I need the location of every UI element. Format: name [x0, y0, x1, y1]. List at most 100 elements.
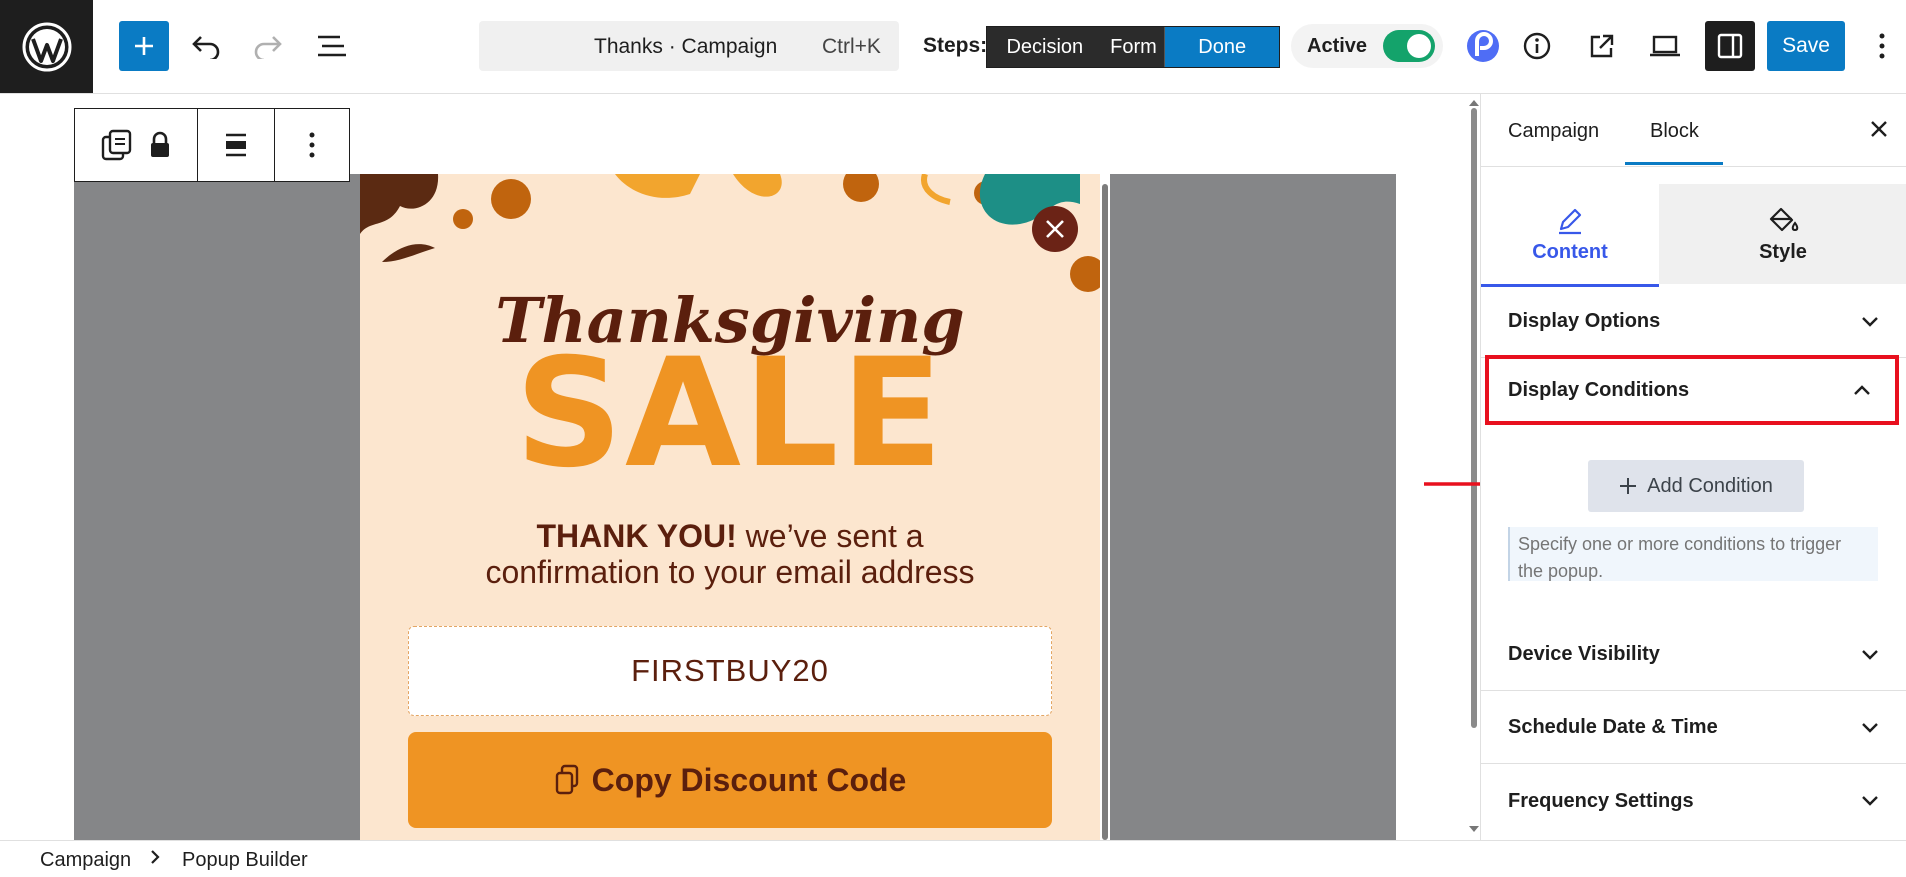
subtab-style[interactable]: Style [1659, 184, 1906, 284]
popup-confirmation-text: THANK YOU! we’ve sent a confirmation to … [360, 518, 1100, 590]
chevron-down-icon [1862, 316, 1878, 327]
undo-button[interactable] [186, 21, 226, 71]
scrollbar-thumb[interactable] [1471, 108, 1477, 728]
step-switcher: Decision Form Done [986, 26, 1280, 68]
sidebar-icon [1717, 33, 1743, 59]
active-tab-indicator [1625, 162, 1723, 165]
settings-sidebar: Campaign Block Content Style Display Opt… [1480, 94, 1906, 840]
tab-block[interactable]: Block [1650, 120, 1699, 143]
canvas-scrollbar[interactable] [1468, 94, 1480, 840]
redo-button[interactable] [248, 21, 288, 71]
confirm-line2: confirmation to your email address [485, 554, 975, 590]
align-center-icon [226, 133, 246, 157]
tab-campaign[interactable]: Campaign [1508, 120, 1599, 143]
save-button[interactable]: Save [1767, 21, 1845, 71]
popup-heading-sale: SALE [514, 327, 946, 501]
chevron-down-icon [1862, 796, 1878, 806]
active-status: Active [1291, 24, 1443, 68]
popup-block-icon[interactable] [100, 128, 134, 162]
chevron-right-icon [151, 850, 160, 864]
toggle-knob [1407, 34, 1431, 58]
more-options-button[interactable] [1868, 26, 1896, 66]
close-icon [1046, 220, 1064, 238]
subtab-style-label: Style [1759, 240, 1807, 263]
panel-title: Device Visibility [1508, 643, 1660, 665]
panel-device-visibility[interactable]: Device Visibility [1481, 619, 1906, 691]
panel-title: Schedule Date & Time [1508, 716, 1718, 738]
breadcrumb-popup-builder[interactable]: Popup Builder [182, 849, 308, 872]
shortcut-hint: Ctrl+K [822, 35, 881, 58]
panel-display-options[interactable]: Display Options [1481, 286, 1906, 358]
block-breadcrumb: Campaign Popup Builder [0, 840, 1906, 877]
step-form[interactable]: Form [1102, 27, 1166, 67]
sidebar-tabs: Campaign Block [1481, 94, 1906, 167]
list-view-icon [318, 35, 346, 57]
thanksgiving-popup[interactable]: Thanksgiving SALE THANK YOU! we’ve sent … [360, 174, 1100, 840]
step-decision[interactable]: Decision [987, 27, 1103, 67]
paint-bucket-icon [1769, 207, 1799, 231]
wordpress-logo-icon[interactable] [0, 0, 93, 93]
editor-top-bar: Thanks · Campaign Ctrl+K Steps: Decision… [0, 0, 1906, 94]
chevron-down-icon [1862, 649, 1878, 660]
laptop-icon [1650, 35, 1680, 57]
subtab-content[interactable]: Content [1481, 184, 1659, 287]
redo-icon [254, 36, 282, 59]
editor-canvas: Thanksgiving SALE THANK YOU! we’ve sent … [0, 94, 1479, 840]
block-toolbar-group [75, 109, 198, 181]
popup-scrollbar[interactable] [1100, 174, 1110, 840]
active-label: Active [1307, 35, 1368, 57]
panel-frequency-settings[interactable]: Frequency Settings [1481, 765, 1906, 837]
info-icon [1523, 32, 1551, 60]
preview-device-button[interactable] [1643, 26, 1687, 66]
details-button[interactable] [1517, 26, 1557, 66]
confirm-rest: we’ve sent a [736, 518, 924, 554]
panel-schedule-date-time[interactable]: Schedule Date & Time [1481, 692, 1906, 764]
lock-icon[interactable] [148, 130, 172, 160]
active-toggle[interactable] [1383, 30, 1435, 62]
close-icon [1871, 121, 1887, 137]
autumn-leaves-decoration [360, 174, 1100, 292]
chevron-up-icon [1854, 385, 1870, 395]
plugin-logo-icon [1467, 30, 1499, 62]
step-done[interactable]: Done [1165, 27, 1279, 67]
plus-icon [1620, 478, 1637, 494]
scrollbar-thumb[interactable] [1102, 184, 1108, 840]
breadcrumb-campaign[interactable]: Campaign [40, 849, 131, 872]
steps-label: Steps: [923, 34, 988, 57]
align-button[interactable] [198, 109, 275, 181]
add-condition-button[interactable]: Add Condition [1588, 460, 1804, 512]
close-sidebar-button[interactable] [1864, 114, 1894, 144]
confirm-bold: THANK YOU! [536, 518, 737, 554]
plugin-brand-button[interactable] [1463, 26, 1503, 66]
block-options-button[interactable] [275, 109, 349, 181]
popup-close-button[interactable] [1032, 206, 1078, 252]
document-overview-button[interactable] [310, 21, 354, 71]
add-condition-label: Add Condition [1647, 474, 1773, 497]
panel-title: Display Options [1508, 310, 1661, 332]
plus-icon [135, 37, 153, 55]
panel-display-conditions[interactable]: Display Conditions [1485, 355, 1899, 425]
panel-title: Display Conditions [1508, 378, 1690, 401]
content-style-tabs: Content Style [1481, 184, 1906, 287]
copy-button-label: Copy Discount Code [591, 761, 907, 798]
conditions-help-text: Specify one or more conditions to trigge… [1508, 527, 1878, 581]
kebab-menu-icon [1879, 33, 1885, 59]
subtab-content-label: Content [1532, 240, 1608, 263]
document-title: Thanks · Campaign [594, 35, 778, 58]
coupon-code-box[interactable]: FIRSTBUY20 [408, 626, 1052, 716]
block-toolbar [74, 108, 350, 182]
undo-icon [192, 36, 220, 59]
panel-title: Frequency Settings [1508, 789, 1694, 812]
view-external-button[interactable] [1582, 26, 1622, 66]
settings-sidebar-toggle[interactable] [1705, 21, 1755, 71]
chevron-down-icon [1862, 722, 1878, 733]
copy-icon [555, 764, 578, 795]
copy-discount-code-button[interactable]: Copy Discount Code [408, 732, 1052, 828]
external-link-icon [1590, 34, 1614, 58]
command-palette-bar[interactable]: Thanks · Campaign Ctrl+K [479, 21, 899, 71]
pencil-icon [1559, 208, 1582, 234]
kebab-menu-icon [309, 132, 315, 158]
scroll-down-arrow-icon[interactable] [1468, 824, 1480, 834]
add-block-button[interactable] [119, 21, 169, 71]
scroll-up-arrow-icon[interactable] [1468, 98, 1480, 108]
